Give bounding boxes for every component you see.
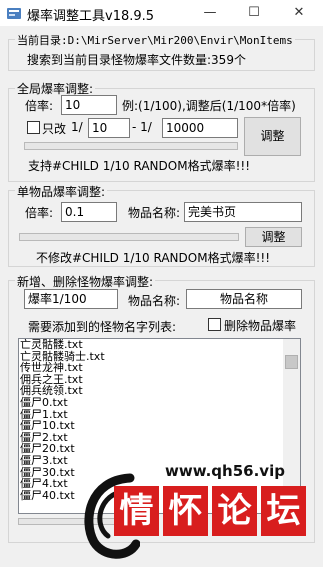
monster-list-item[interactable]: 亡灵骷髅.txt xyxy=(19,339,300,351)
add-item-name-label: 物品名称: xyxy=(128,294,181,308)
watermark-url: www.qh56.vip xyxy=(165,462,285,480)
single-item-name-input[interactable]: 完美书页 xyxy=(184,202,302,222)
window-title: 爆率调整工具v18.9.5 xyxy=(27,9,155,24)
only-change-checkbox[interactable] xyxy=(27,121,40,134)
app-icon xyxy=(6,5,22,21)
add-remove-group-title: 新增、删除怪物爆率调整: xyxy=(15,273,156,290)
monster-list-label: 需要添加到的怪物名字列表: xyxy=(28,320,177,334)
watermark-char: 情 xyxy=(114,486,159,536)
delete-item-checkbox[interactable] xyxy=(208,318,221,331)
close-button[interactable]: ✕ xyxy=(277,0,321,26)
maximize-button[interactable]: ☐ xyxy=(232,0,276,26)
single-rate-input[interactable]: 0.1 xyxy=(61,202,117,222)
global-example-text: 例:(1/100),调整后(1/100*倍率) xyxy=(122,99,296,113)
global-adjust-button[interactable]: 调整 xyxy=(244,117,301,156)
one-over-label: 1/ xyxy=(71,120,83,134)
watermark-char: 怀 xyxy=(163,486,208,536)
range-separator-label: - 1/ xyxy=(132,120,152,134)
single-progress-bar xyxy=(19,233,239,241)
current-dir-label: 当前目录:D:\MirServer\Mir200\Envir\MonItems xyxy=(15,32,295,48)
watermark-char: 论 xyxy=(212,486,257,536)
monster-list-item[interactable]: 僵尸0.txt xyxy=(19,397,300,409)
add-item-name-input[interactable]: 物品名称 xyxy=(186,289,302,309)
global-support-text: 支持#CHILD 1/10 RANDOM格式爆率!!! xyxy=(28,159,251,173)
global-progress-bar xyxy=(24,142,238,150)
delete-item-label: 删除物品爆率 xyxy=(224,319,297,333)
min-rate-input[interactable]: 10 xyxy=(88,118,130,138)
minimize-button[interactable]: — xyxy=(188,0,232,26)
single-item-name-label: 物品名称: xyxy=(128,206,181,220)
single-adjust-button[interactable]: 调整 xyxy=(245,227,302,247)
global-rate-input[interactable]: 10 xyxy=(61,95,117,115)
add-rate-input[interactable]: 爆率1/100 xyxy=(24,289,118,309)
watermark-char: 坛 xyxy=(261,486,306,536)
max-rate-input[interactable]: 10000 xyxy=(162,118,238,138)
search-result-text: 搜索到当前目录怪物爆率文件数量:359个 xyxy=(27,53,246,67)
single-item-group-title: 单物品爆率调整: xyxy=(15,183,108,200)
only-change-label: 只改 xyxy=(42,122,67,136)
watermark-stamp: 情怀论坛 xyxy=(114,486,310,538)
monster-list-item[interactable]: 僵尸10.txt xyxy=(19,420,300,432)
single-note-text: 不修改#CHILD 1/10 RANDOM格式爆率!!! xyxy=(36,251,271,265)
scrollbar-thumb[interactable] xyxy=(285,355,298,369)
single-rate-label: 倍率: xyxy=(25,206,54,220)
global-rate-label: 倍率: xyxy=(25,99,54,113)
